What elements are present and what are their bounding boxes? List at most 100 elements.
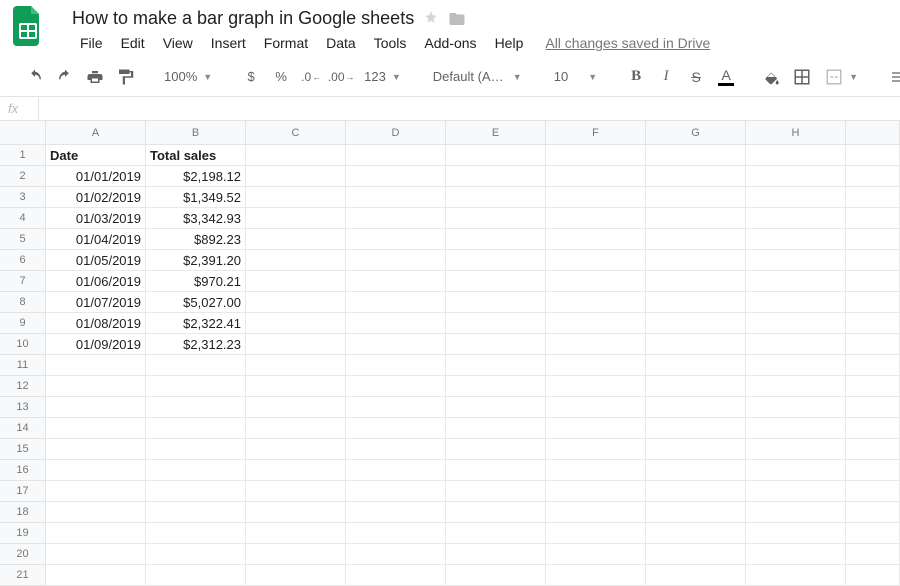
horizontal-align-dropdown[interactable]: ▼ <box>884 64 900 90</box>
column-header[interactable]: E <box>446 121 546 145</box>
document-title[interactable]: How to make a bar graph in Google sheets <box>72 8 414 29</box>
cell[interactable] <box>246 376 346 397</box>
format-percent-button[interactable]: % <box>268 64 294 90</box>
column-header[interactable]: F <box>546 121 646 145</box>
cell[interactable] <box>446 208 546 229</box>
cell[interactable] <box>346 229 446 250</box>
cell[interactable]: 01/07/2019 <box>46 292 146 313</box>
menu-help[interactable]: Help <box>487 33 532 53</box>
row-header[interactable]: 13 <box>0 397 46 418</box>
cell[interactable] <box>146 376 246 397</box>
cell[interactable] <box>46 544 146 565</box>
cell[interactable] <box>546 523 646 544</box>
cell[interactable] <box>846 418 900 439</box>
row-header[interactable]: 8 <box>0 292 46 313</box>
cell[interactable] <box>146 502 246 523</box>
cell[interactable] <box>746 439 846 460</box>
row-header[interactable]: 1 <box>0 145 46 166</box>
cell[interactable] <box>746 208 846 229</box>
cell[interactable] <box>746 166 846 187</box>
cell[interactable] <box>646 166 746 187</box>
cell[interactable] <box>846 376 900 397</box>
cell[interactable] <box>646 229 746 250</box>
cell[interactable] <box>846 523 900 544</box>
cell[interactable] <box>246 565 346 586</box>
cell[interactable] <box>346 145 446 166</box>
cell[interactable] <box>346 313 446 334</box>
cell[interactable] <box>846 292 900 313</box>
cell[interactable] <box>246 523 346 544</box>
increase-decimal-button[interactable]: .00→ <box>328 64 354 90</box>
cell[interactable] <box>646 313 746 334</box>
cell[interactable]: $5,027.00 <box>146 292 246 313</box>
row-header[interactable]: 11 <box>0 355 46 376</box>
cell[interactable]: 01/04/2019 <box>46 229 146 250</box>
cell[interactable] <box>246 187 346 208</box>
fill-color-button[interactable] <box>759 64 785 90</box>
cell[interactable] <box>346 481 446 502</box>
cell[interactable] <box>746 145 846 166</box>
cell[interactable] <box>746 313 846 334</box>
select-all-corner[interactable] <box>0 121 46 145</box>
menu-view[interactable]: View <box>155 33 201 53</box>
cell[interactable] <box>46 418 146 439</box>
cell[interactable] <box>146 460 246 481</box>
cell[interactable] <box>146 397 246 418</box>
cell[interactable] <box>546 292 646 313</box>
row-header[interactable]: 2 <box>0 166 46 187</box>
cell[interactable] <box>546 229 646 250</box>
paint-format-button[interactable] <box>112 64 138 90</box>
cell[interactable] <box>446 439 546 460</box>
cell[interactable] <box>846 166 900 187</box>
cell[interactable]: 01/03/2019 <box>46 208 146 229</box>
cell[interactable] <box>346 523 446 544</box>
cell[interactable]: $2,198.12 <box>146 166 246 187</box>
cell[interactable] <box>446 292 546 313</box>
cell[interactable]: $2,322.41 <box>146 313 246 334</box>
folder-icon[interactable] <box>448 11 466 27</box>
cell[interactable] <box>346 187 446 208</box>
row-header[interactable]: 6 <box>0 250 46 271</box>
cell[interactable]: $3,342.93 <box>146 208 246 229</box>
cell[interactable] <box>546 502 646 523</box>
cell[interactable]: $970.21 <box>146 271 246 292</box>
merge-cells-dropdown[interactable]: ▼ <box>819 64 864 90</box>
cell[interactable] <box>646 376 746 397</box>
cell[interactable] <box>546 208 646 229</box>
cell[interactable] <box>46 355 146 376</box>
cell[interactable] <box>146 523 246 544</box>
cell[interactable] <box>446 250 546 271</box>
column-header[interactable]: C <box>246 121 346 145</box>
cell[interactable] <box>646 334 746 355</box>
row-header[interactable]: 17 <box>0 481 46 502</box>
menu-format[interactable]: Format <box>256 33 316 53</box>
row-header[interactable]: 18 <box>0 502 46 523</box>
cell[interactable] <box>846 397 900 418</box>
cell[interactable] <box>346 334 446 355</box>
cell[interactable] <box>846 565 900 586</box>
cell[interactable] <box>346 250 446 271</box>
cell[interactable] <box>46 460 146 481</box>
cell[interactable] <box>446 481 546 502</box>
cell[interactable] <box>246 166 346 187</box>
cell[interactable] <box>746 502 846 523</box>
font-size-dropdown[interactable]: 10 ▼ <box>548 64 603 90</box>
cell[interactable] <box>246 355 346 376</box>
cell[interactable] <box>846 355 900 376</box>
cell[interactable] <box>546 460 646 481</box>
row-header[interactable]: 4 <box>0 208 46 229</box>
cell[interactable]: Date <box>46 145 146 166</box>
borders-button[interactable] <box>789 64 815 90</box>
cell[interactable] <box>46 439 146 460</box>
cell[interactable]: Total sales <box>146 145 246 166</box>
cell[interactable] <box>546 271 646 292</box>
cell[interactable] <box>146 544 246 565</box>
cell[interactable] <box>246 397 346 418</box>
cell[interactable] <box>546 418 646 439</box>
cell[interactable] <box>646 439 746 460</box>
cell[interactable] <box>746 523 846 544</box>
cell[interactable] <box>746 250 846 271</box>
cell[interactable]: $892.23 <box>146 229 246 250</box>
cell[interactable] <box>446 355 546 376</box>
cell[interactable]: $2,312.23 <box>146 334 246 355</box>
